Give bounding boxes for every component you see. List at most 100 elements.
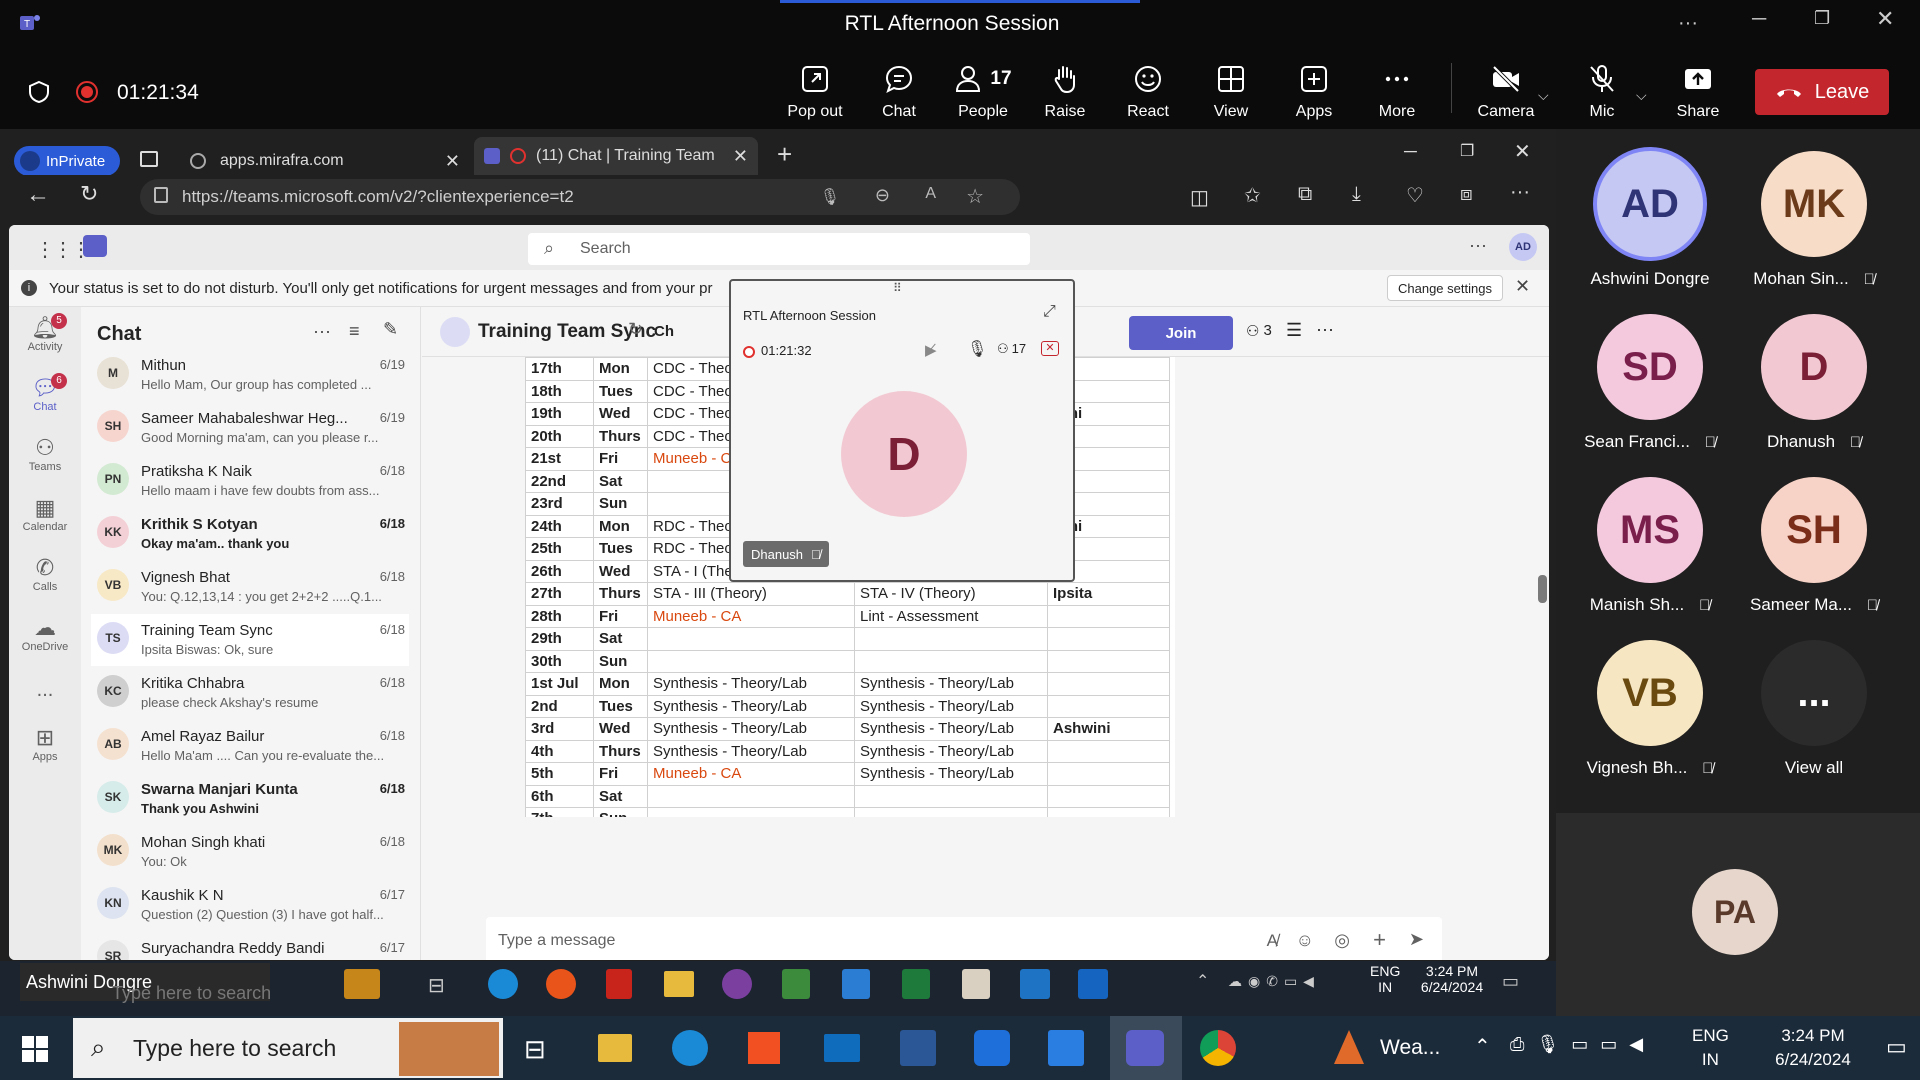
camera-button[interactable]: Camera <box>1464 47 1548 129</box>
restore-icon[interactable]: ❐ <box>1814 8 1830 29</box>
join-meeting-button[interactable]: Join <box>1129 316 1233 350</box>
rail-more[interactable]: ... <box>9 679 81 702</box>
participant-tile[interactable]: ... View all <box>1732 640 1896 800</box>
read-aloud-mic-icon[interactable]: 🎙 <box>820 187 840 207</box>
minimize-icon[interactable]: ─ <box>1752 8 1766 31</box>
view-button[interactable]: View <box>1189 47 1273 129</box>
app-launcher-icon[interactable]: ⋮⋮⋮ <box>35 237 91 262</box>
share-button[interactable]: Share <box>1656 47 1740 129</box>
camera-options-chevron-icon[interactable]: ⌵ <box>1538 87 1549 104</box>
tab-teams-chat[interactable]: (11) Chat | Training Team Sy ✕ <box>474 137 758 175</box>
message-compose-box[interactable]: Type a message A̸ ☺ ◎ + ➤ <box>486 917 1442 960</box>
apps-button[interactable]: Apps <box>1272 47 1356 129</box>
teams-taskbar-icon[interactable] <box>1126 1030 1164 1066</box>
store-icon[interactable] <box>748 1032 780 1064</box>
mini-camera-off-icon[interactable]: ▶̸ <box>925 341 937 359</box>
rail-calls[interactable]: ✆ Calls <box>9 555 81 593</box>
mini-mic-icon[interactable]: 🎙︎ <box>967 339 987 359</box>
chat-list-item[interactable]: PN Pratiksha K Naik 6/18 Hello maam i have … <box>91 455 409 507</box>
chrome-icon[interactable] <box>1200 1030 1236 1066</box>
participant-tile[interactable]: VB Vignesh Bh... 🎙̸ <box>1568 640 1732 800</box>
change-settings-button[interactable]: Change settings <box>1387 275 1503 301</box>
popout-button[interactable]: Pop out <box>773 47 857 129</box>
weather-icon[interactable] <box>1334 1030 1364 1064</box>
mic-options-chevron-icon[interactable]: ⌵ <box>1636 87 1647 104</box>
inprivate-badge[interactable]: InPrivate <box>14 146 120 176</box>
task-view-icon[interactable]: ⊟ <box>524 1034 546 1065</box>
windows-start-icon[interactable] <box>22 1036 48 1067</box>
browser-essentials-icon[interactable]: ♡ <box>1406 183 1424 208</box>
photos-icon[interactable] <box>1048 1030 1084 1066</box>
browser-menu-icon[interactable]: ··· <box>1510 181 1530 204</box>
clock[interactable]: 3:24 PM 6/24/2024 <box>1758 1026 1868 1070</box>
mini-people[interactable]: ⚇ 17 <box>997 341 1026 357</box>
rail-onedrive[interactable]: ☁ OneDrive <box>9 615 81 653</box>
people-button[interactable]: 17 People <box>941 47 1025 129</box>
participant-tile[interactable]: SD Sean Franci... 🎙̸ <box>1568 314 1732 474</box>
chat-more-icon[interactable]: ··· <box>313 321 331 342</box>
participant-tile[interactable]: MK Mohan Sin... 🎙̸ <box>1732 151 1896 311</box>
tab-close-icon[interactable]: ✕ <box>733 146 748 167</box>
new-tab-icon[interactable]: + <box>777 139 792 170</box>
tab-close-icon[interactable]: ✕ <box>445 151 460 172</box>
emoji-icon[interactable]: ☺ <box>1296 930 1314 951</box>
chat-list-item[interactable]: KN Kaushik K N 6/17 Question (2) Question (… <box>91 879 409 931</box>
notification-center-icon[interactable]: ▭ <box>1886 1034 1907 1060</box>
favorite-star-icon[interactable]: ☆ <box>966 184 984 209</box>
remote-app-icon[interactable] <box>974 1030 1010 1066</box>
tray-icons[interactable]: ⎙🎙︎▭▭◀ <box>1510 1034 1655 1055</box>
chat-list-item[interactable]: AB Amel Rayaz Bailur 6/18 Hello Ma'am .... … <box>91 720 409 772</box>
browser-restore-icon[interactable]: ❐ <box>1460 141 1474 161</box>
raise-hand-button[interactable]: Raise <box>1023 47 1107 129</box>
refresh-icon[interactable]: ↻ <box>80 181 98 207</box>
rail-chat[interactable]: 💬︎ 6 Chat <box>9 373 81 413</box>
loop-icon[interactable]: ◎ <box>1334 930 1350 951</box>
url-field[interactable]: https://teams.microsoft.com/v2/?clientex… <box>140 179 1020 215</box>
scrollbar-thumb[interactable] <box>1538 575 1547 603</box>
mini-meeting-window[interactable]: ⠿ RTL Afternoon Session ⤢ 01:21:32 ▶̸ 🎙︎… <box>729 279 1075 582</box>
participant-tile[interactable]: SH Sameer Ma... 🎙̸ <box>1732 477 1896 637</box>
downloads-icon[interactable]: ⤓ <box>1352 183 1361 206</box>
title-more-icon[interactable]: ··· <box>1678 12 1698 35</box>
expand-icon[interactable]: ⤢ <box>1043 303 1056 321</box>
attach-plus-icon[interactable]: + <box>1373 927 1386 953</box>
participant-tile[interactable]: D Dhanush 🎙̸ <box>1732 314 1896 474</box>
tab-chat[interactable]: Ch <box>654 323 674 340</box>
zoom-icon[interactable]: ⊖ <box>875 185 890 206</box>
banner-close-icon[interactable]: ✕ <box>1515 276 1530 297</box>
collections-icon[interactable]: ⧉ <box>1298 183 1312 206</box>
chat-list-item[interactable]: TS Training Team Sync 6/18 Ipsita Biswas: O… <box>91 614 409 666</box>
participant-tile[interactable]: MS Manish Sh... 🎙̸ <box>1568 477 1732 637</box>
chat-list-item[interactable]: SR Suryachandra Reddy Bandi 6/17 <box>91 932 409 960</box>
header-more-icon[interactable]: ··· <box>1316 319 1334 340</box>
browser-close-icon[interactable]: ✕ <box>1514 139 1531 164</box>
tray-chevron-icon[interactable]: ⌃ <box>1474 1034 1491 1059</box>
settings-more-icon[interactable]: ··· <box>1469 235 1487 256</box>
participants-button[interactable]: ⚇ 3 <box>1246 322 1272 340</box>
participant-tile[interactable]: AD Ashwini Dongre <box>1568 151 1732 311</box>
leave-button[interactable]: Leave <box>1755 69 1889 115</box>
drag-handle-icon[interactable]: ⠿ <box>893 281 902 295</box>
rail-teams[interactable]: ⚇ Teams <box>9 435 81 473</box>
chat-list-item[interactable]: SH Sameer Mahabaleshwar Heg... 6/19 Good Mo… <box>91 402 409 454</box>
screenshot-icon[interactable]: ⧈ <box>1460 183 1473 206</box>
network-app-icon[interactable] <box>900 1030 936 1066</box>
react-button[interactable]: React <box>1106 47 1190 129</box>
chat-list-item[interactable]: KC Kritika Chhabra 6/18 please check Akshay… <box>91 667 409 719</box>
browser-minimize-icon[interactable]: ─ <box>1404 141 1417 162</box>
back-icon[interactable]: ← <box>26 181 50 209</box>
edge-icon[interactable] <box>672 1030 708 1066</box>
weather-text[interactable]: Wea... <box>1380 1036 1440 1060</box>
list-icon[interactable]: ☰ <box>1286 320 1302 341</box>
send-icon[interactable]: ➤ <box>1409 929 1424 950</box>
chat-button[interactable]: Chat <box>857 47 941 129</box>
chat-list-item[interactable]: M Mithun 6/19 Hello Mam, Our group has comp… <box>91 349 409 401</box>
chat-list-item[interactable]: SK Swarna Manjari Kunta 6/18 Thank you Ashw… <box>91 773 409 825</box>
tab-actions-icon[interactable] <box>140 151 158 167</box>
mic-button[interactable]: Mic <box>1560 47 1644 129</box>
taskbar-search[interactable]: ⌕ Type here to search <box>73 1018 503 1078</box>
teams-search-input[interactable]: ⌕ Search <box>528 233 1030 265</box>
rail-activity[interactable]: 🔔︎ 5 Activity <box>9 313 81 353</box>
favorites-icon[interactable]: ✩ <box>1244 183 1261 208</box>
chat-list-item[interactable]: MK Mohan Singh khati 6/18 You: Ok <box>91 826 409 878</box>
